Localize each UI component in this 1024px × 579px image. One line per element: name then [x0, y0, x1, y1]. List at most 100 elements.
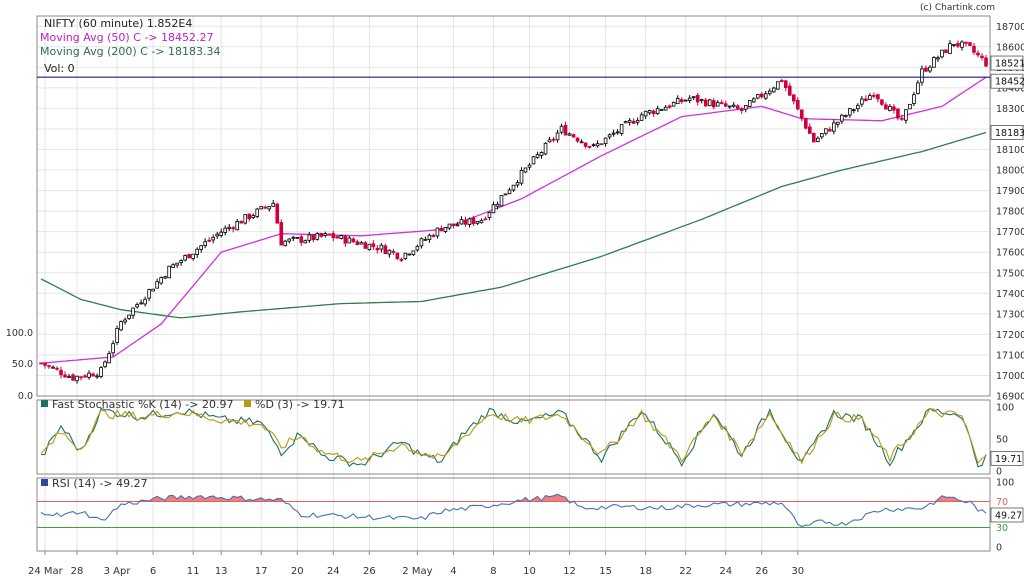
candle-body [455, 224, 460, 227]
stoch-k-swatch [41, 400, 48, 407]
candle [155, 278, 159, 289]
candle-body [103, 361, 107, 367]
candle-body [179, 260, 183, 263]
candle-body [687, 97, 692, 101]
candle [832, 119, 836, 135]
candle-body [243, 214, 248, 224]
candle-body [888, 106, 892, 112]
candle-body [655, 108, 660, 114]
candle-body [703, 99, 708, 107]
candle [295, 237, 300, 239]
candle-body [571, 134, 576, 138]
candle [183, 254, 187, 262]
candle [852, 108, 856, 114]
candle-body [399, 259, 404, 261]
candle [319, 232, 324, 238]
candle-body [403, 252, 408, 260]
candle [219, 228, 223, 238]
candle [527, 162, 532, 171]
candle [820, 133, 824, 140]
x-tick-label: 24 [719, 566, 732, 577]
candle-body [976, 52, 980, 56]
candle [711, 98, 716, 110]
ma50-line [40, 76, 987, 364]
candle-body [868, 95, 872, 100]
candle [800, 109, 804, 122]
candle-body [347, 237, 352, 244]
candle [888, 103, 892, 112]
candle-body [852, 109, 856, 112]
candle-body [531, 156, 536, 165]
candle [275, 202, 280, 224]
stoch-k-legend: Fast Stochastic %K (14) -> 20.97 [52, 398, 233, 411]
candle [707, 98, 712, 107]
y-tick-label: 17200 [996, 330, 1024, 341]
candle-body [591, 144, 596, 147]
rsi-overbought-fill [41, 494, 986, 502]
candle [323, 231, 328, 238]
candle [779, 78, 784, 83]
candle [279, 219, 284, 246]
candle-body [667, 105, 672, 108]
candle [207, 237, 211, 243]
candle-body [920, 68, 924, 83]
candle [351, 237, 356, 243]
candle [659, 109, 664, 111]
candle-body [747, 100, 752, 107]
candle-body [820, 133, 824, 138]
candle [407, 253, 412, 256]
candle [159, 276, 163, 285]
candle [836, 121, 840, 128]
candle [944, 49, 948, 54]
candle [687, 95, 692, 104]
candle-body [912, 94, 916, 104]
candle-body [743, 105, 748, 110]
candle-body [836, 121, 840, 125]
left-tick-label: 50.0 [12, 359, 33, 370]
candle [147, 288, 151, 302]
candle [816, 136, 820, 143]
candle-body [503, 193, 508, 196]
candle [599, 143, 604, 146]
candle [671, 101, 676, 107]
candle [63, 371, 67, 378]
candle-body [371, 243, 376, 248]
candle [503, 193, 508, 196]
stoch-value-label: 19.71 [995, 454, 1022, 465]
candle-body [71, 374, 75, 381]
candle-body [844, 114, 848, 117]
candle-body [167, 265, 171, 279]
candle [163, 275, 167, 280]
candle-body [115, 328, 119, 343]
x-tick-label: 10 [523, 566, 536, 577]
candle-body [175, 262, 179, 266]
candle-body [319, 232, 324, 237]
candle [515, 179, 520, 188]
candle-body [683, 99, 688, 102]
candle [651, 109, 656, 117]
candle [791, 94, 796, 105]
chart: 24 Mar 28 3 Apr 6 11 13 17 20 24 26 2 May 4 8 10 12 15 1… [6, 3, 1024, 577]
candle [796, 96, 800, 111]
candle-body [567, 133, 572, 136]
candle-body [663, 106, 668, 111]
candle [459, 216, 464, 225]
candle-body [491, 204, 496, 214]
candle-body [95, 375, 99, 378]
y-tick-label: 17100 [996, 350, 1024, 361]
candle-body [727, 105, 732, 108]
candle [123, 317, 127, 325]
candle-body [295, 237, 300, 239]
candle-body [119, 321, 123, 331]
candle-body [171, 264, 175, 268]
candle-body [767, 90, 772, 95]
candle [731, 102, 736, 108]
candle [940, 49, 944, 59]
candle-body [900, 117, 904, 120]
candle [848, 108, 852, 118]
x-tick-label: 8 [490, 566, 496, 577]
candle-body [779, 79, 784, 82]
candle [828, 126, 832, 132]
candle [107, 350, 111, 364]
candle-body [267, 206, 272, 210]
